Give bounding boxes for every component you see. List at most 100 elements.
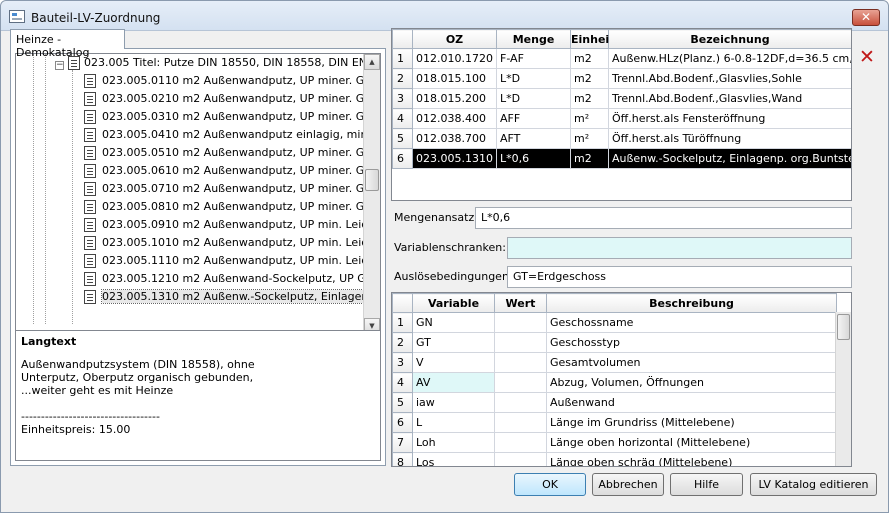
- help-button[interactable]: Hilfe: [670, 473, 743, 496]
- var-table-cell[interactable]: Länge oben schräg (Mittelebene): [546, 452, 837, 466]
- edit-catalog-button[interactable]: LV Katalog editieren: [750, 473, 877, 496]
- lv-table-header[interactable]: [392, 29, 413, 49]
- lv-table-row[interactable]: 6 023.005.1310 L*0,6 m2 Außenw.-Sockelputz, …: [392, 148, 851, 169]
- lv-table-cell[interactable]: L*D: [496, 68, 571, 89]
- lv-table-row[interactable]: 2 018.015.100 L*D m2 Trennl.Abd.Bodenf.,Glas…: [392, 68, 851, 89]
- lv-table-cell[interactable]: 012.038.400: [412, 108, 497, 129]
- lv-table-cell[interactable]: Trennl.Abd.Bodenf.,Glasvlies,Sohle: [608, 68, 851, 89]
- lv-table-cell[interactable]: Außenw.-Sockelputz, Einlagenp. org.Bunts…: [608, 148, 851, 169]
- var-table-row-number: 1: [392, 312, 413, 333]
- mengenansatz-field[interactable]: L*0,6: [475, 207, 852, 229]
- tree-vscroll-thumb[interactable]: [365, 169, 379, 191]
- collapse-icon[interactable]: −: [55, 61, 64, 70]
- lv-table-cell[interactable]: m2: [570, 48, 609, 69]
- app-icon: [9, 10, 25, 23]
- var-table-cell[interactable]: Loh: [412, 432, 495, 453]
- var-table-cell[interactable]: V: [412, 352, 495, 373]
- ausloesebedingungen-field[interactable]: GT=Erdgeschoss: [507, 266, 852, 288]
- var-table-row[interactable]: 2 GT Geschosstyp: [392, 332, 837, 353]
- tree-item-label: 023.005.1210 m2 Außenwand-Sockelputz, UP…: [102, 272, 381, 285]
- var-table-cell[interactable]: [494, 312, 547, 333]
- lv-table-cell[interactable]: 012.010.1720: [412, 48, 497, 69]
- var-table-row[interactable]: 5 iaw Außenwand: [392, 392, 837, 413]
- lv-table-cell[interactable]: AFT: [496, 128, 571, 149]
- lv-table-cell[interactable]: m²: [570, 108, 609, 129]
- lv-table-cell[interactable]: m2: [570, 148, 609, 169]
- lv-table-cell[interactable]: Öff.herst.als Fensteröffnung: [608, 108, 851, 129]
- ok-button[interactable]: OK: [514, 473, 586, 496]
- var-table-cell[interactable]: L: [412, 412, 495, 433]
- var-table-row[interactable]: 4 AV Abzug, Volumen, Öffnungen: [392, 372, 837, 393]
- lv-table-cell[interactable]: m2: [570, 88, 609, 109]
- lv-table-cell[interactable]: L*0,6: [496, 148, 571, 169]
- var-table-cell[interactable]: Länge im Grundriss (Mittelebene): [546, 412, 837, 433]
- lv-table-cell[interactable]: m²: [570, 128, 609, 149]
- var-table-header[interactable]: Wert: [494, 293, 547, 313]
- var-table-cell[interactable]: [494, 432, 547, 453]
- lv-table-cell[interactable]: L*D: [496, 88, 571, 109]
- var-table-row[interactable]: 7 Loh Länge oben horizontal (Mittelebene): [392, 432, 837, 453]
- var-table-row[interactable]: 8 Los Länge oben schräg (Mittelebene): [392, 452, 837, 466]
- variables-scroll-thumb[interactable]: [837, 314, 850, 340]
- cancel-button[interactable]: Abbrechen: [592, 473, 664, 496]
- var-table-cell[interactable]: [494, 412, 547, 433]
- variables-scrollbar[interactable]: [835, 312, 851, 466]
- lv-table-header[interactable]: Bezeichnung: [608, 29, 851, 49]
- var-table-cell[interactable]: iaw: [412, 392, 495, 413]
- var-table-cell[interactable]: Außenwand: [546, 392, 837, 413]
- tree-item-label: 023.005.0810 m2 Außenwandputz, UP miner.…: [102, 200, 381, 213]
- lv-table-cell[interactable]: 012.038.700: [412, 128, 497, 149]
- lv-table-cell[interactable]: Außenw.HLz(Planz.) 6-0.8-12DF,d=36.5 cm,…: [608, 48, 851, 69]
- scroll-up-button[interactable]: ▲: [364, 54, 380, 70]
- mengenansatz-label: Mengenansatz:: [394, 211, 478, 224]
- lv-table-cell[interactable]: Trennl.Abd.Bodenf.,Glasvlies,Wand: [608, 88, 851, 109]
- lv-table-cell[interactable]: Öff.herst.als Türöffnung: [608, 128, 851, 149]
- lv-table-row[interactable]: 4 012.038.400 AFF m² Öff.herst.als Fensteröf…: [392, 108, 851, 129]
- var-table-cell[interactable]: [494, 372, 547, 393]
- var-table-cell[interactable]: Abzug, Volumen, Öffnungen: [546, 372, 837, 393]
- lv-table-row[interactable]: 5 012.038.700 AFT m² Öff.herst.als Türöffnun…: [392, 128, 851, 149]
- var-table-header[interactable]: Beschreibung: [546, 293, 837, 313]
- lv-table-cell[interactable]: 023.005.1310: [412, 148, 497, 169]
- var-table-cell[interactable]: [494, 392, 547, 413]
- tree-item-label: 023.005.1010 m2 Außenwandputz, UP min. L…: [102, 236, 381, 249]
- catalog-tab-panel: − 023.005 Titel: Putze DIN 18550, DIN 185…: [10, 48, 386, 466]
- var-table-cell[interactable]: GN: [412, 312, 495, 333]
- var-table-row-number: 3: [392, 352, 413, 373]
- var-table-header[interactable]: [392, 293, 413, 313]
- lv-table-row[interactable]: 3 018.015.200 L*D m2 Trennl.Abd.Bodenf.,Glas…: [392, 88, 851, 109]
- langtext-line: [21, 397, 375, 410]
- var-table-cell[interactable]: AV: [412, 372, 495, 393]
- variablenschranken-field[interactable]: [507, 237, 852, 259]
- var-table-cell[interactable]: Länge oben horizontal (Mittelebene): [546, 432, 837, 453]
- close-window-button[interactable]: ✕: [852, 9, 880, 26]
- lv-table-cell[interactable]: AFF: [496, 108, 571, 129]
- lv-table-row-number: 3: [392, 88, 413, 109]
- lv-table-header[interactable]: Einhei: [570, 29, 609, 49]
- tree-vertical-scrollbar[interactable]: ▲ ▼: [363, 54, 380, 334]
- var-table-row[interactable]: 6 L Länge im Grundriss (Mittelebene): [392, 412, 837, 433]
- var-table-row[interactable]: 1 GN Geschossname: [392, 312, 837, 333]
- lv-table-cell[interactable]: 018.015.200: [412, 88, 497, 109]
- var-table-cell[interactable]: Geschosstyp: [546, 332, 837, 353]
- lv-table-row[interactable]: 1 012.010.1720 F-AF m2 Außenw.HLz(Planz.) 6-…: [392, 48, 851, 69]
- lv-table-cell[interactable]: 018.015.100: [412, 68, 497, 89]
- var-table-cell[interactable]: Los: [412, 452, 495, 466]
- var-table-cell[interactable]: GT: [412, 332, 495, 353]
- var-table-cell[interactable]: [494, 452, 547, 466]
- var-table-cell[interactable]: Gesamtvolumen: [546, 352, 837, 373]
- tree-item-label: 023.005.0910 m2 Außenwandputz, UP min. L…: [102, 218, 381, 231]
- delete-row-icon[interactable]: ✕: [858, 48, 876, 67]
- document-icon: [84, 128, 96, 142]
- document-icon: [84, 110, 96, 124]
- var-table-cell[interactable]: Geschossname: [546, 312, 837, 333]
- var-table-cell[interactable]: [494, 332, 547, 353]
- lv-table-cell[interactable]: F-AF: [496, 48, 571, 69]
- lv-table-header[interactable]: Menge: [496, 29, 571, 49]
- lv-table-cell[interactable]: m2: [570, 68, 609, 89]
- var-table-cell[interactable]: [494, 352, 547, 373]
- tab-heinze-demokatalog[interactable]: Heinze - Demokatalog: [10, 29, 125, 59]
- lv-table-header[interactable]: OZ: [412, 29, 497, 49]
- var-table-header[interactable]: Variable: [412, 293, 495, 313]
- var-table-row[interactable]: 3 V Gesamtvolumen: [392, 352, 837, 373]
